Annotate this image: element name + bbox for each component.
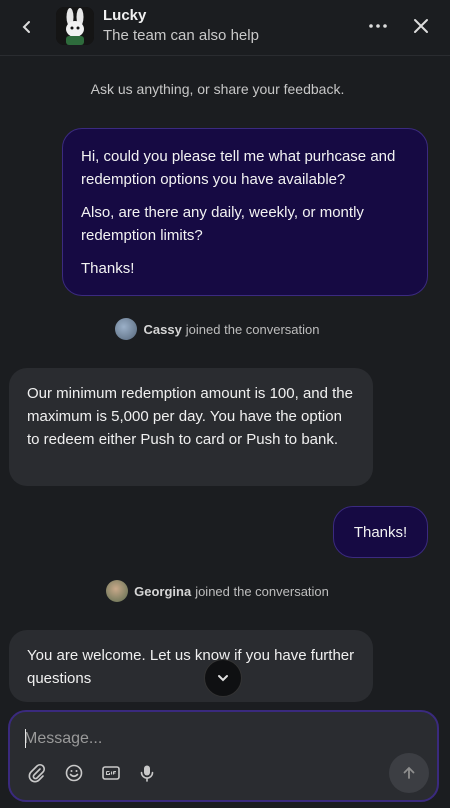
bunny-logo-icon (56, 7, 94, 45)
bot-avatar (56, 7, 94, 45)
arrow-up-icon (403, 766, 415, 779)
emoji-icon (65, 764, 83, 782)
gif-button[interactable] (100, 762, 122, 784)
join-notice: Georgina joined the conversation (0, 580, 435, 602)
ellipsis-icon (369, 24, 387, 28)
text-caret (25, 729, 26, 748)
attach-button[interactable] (26, 762, 48, 784)
voice-button[interactable] (136, 762, 158, 784)
close-button[interactable] (408, 13, 434, 39)
back-button[interactable] (14, 14, 40, 40)
agent-name: Georgina (134, 583, 192, 599)
message-text: Thanks! (81, 260, 135, 277)
chat-subtitle: The team can also help (103, 27, 259, 44)
chevron-down-icon (218, 675, 228, 682)
microphone-icon (140, 765, 154, 782)
message-text: Thanks! (353, 523, 408, 541)
message-text: You are welcome. Let us know if you have… (27, 647, 355, 687)
chat-header: Lucky The team can also help (0, 0, 450, 56)
agent-name: Cassy (143, 321, 182, 337)
gif-icon (102, 766, 120, 780)
send-button[interactable] (389, 753, 429, 793)
message-text: Hi, could you please tell me what purhca… (81, 148, 396, 188)
chevron-left-icon (22, 21, 30, 33)
message-text: Also, are there any daily, weekly, or mo… (81, 204, 364, 244)
user-message-bubble: Thanks! (333, 506, 428, 558)
agent-avatar (115, 318, 138, 340)
agent-message-bubble: Our minimum redemption amount is 100, an… (9, 368, 373, 486)
user-message-bubble: Hi, could you please tell me what purhca… (62, 128, 428, 296)
paperclip-icon (28, 763, 46, 783)
message-input[interactable] (24, 726, 404, 752)
message-composer (8, 710, 439, 802)
message-text: Our minimum redemption amount is 100, an… (27, 385, 353, 448)
scroll-to-bottom-button[interactable] (204, 659, 242, 697)
join-notice: Cassy joined the conversation (0, 318, 435, 340)
join-text: joined the conversation (185, 321, 320, 337)
emoji-button[interactable] (63, 762, 85, 784)
more-options-button[interactable] (364, 14, 392, 38)
agent-message-bubble: You are welcome. Let us know if you have… (9, 630, 373, 702)
agent-avatar (106, 580, 129, 602)
chat-title: Lucky (103, 7, 147, 24)
close-icon (414, 19, 428, 33)
intro-text: Ask us anything, or share your feedback. (90, 81, 345, 97)
join-text: joined the conversation (195, 583, 329, 599)
